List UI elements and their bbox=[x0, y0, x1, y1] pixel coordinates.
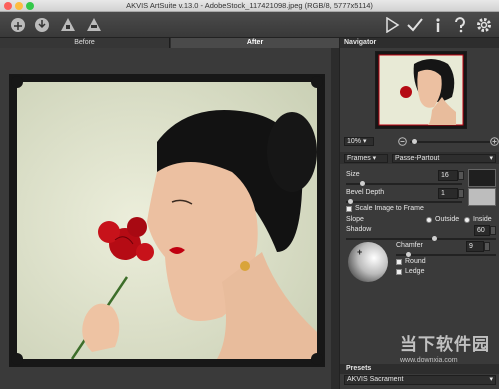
title-bar: AKVIS ArtSuite v.13.0 - AdobeStock_11742… bbox=[0, 0, 499, 12]
bevel-depth-label: Bevel Depth bbox=[346, 189, 385, 196]
help-icon bbox=[455, 17, 465, 33]
save-image-icon bbox=[35, 18, 49, 32]
frame-type-value: Passe-Partout bbox=[395, 155, 440, 162]
toolbar bbox=[0, 12, 499, 38]
apply-button[interactable] bbox=[405, 15, 425, 35]
navigator-thumbnail bbox=[376, 52, 466, 128]
chamfer-input[interactable]: 9 bbox=[466, 241, 484, 252]
settings-icon bbox=[477, 18, 491, 32]
zoom-select[interactable]: 10% ▾ bbox=[344, 137, 374, 146]
size-input[interactable]: 16 bbox=[438, 170, 458, 181]
print-button[interactable] bbox=[84, 15, 104, 35]
navigator-title: Navigator bbox=[344, 39, 377, 46]
vertical-scrollbar[interactable] bbox=[331, 48, 339, 389]
window-title: AKVIS ArtSuite v.13.0 - AdobeStock_11742… bbox=[126, 1, 373, 10]
chamfer-label: Chamfer bbox=[396, 242, 423, 249]
effect-category-select[interactable]: Frames ▾ bbox=[344, 154, 388, 163]
bevel-depth-slider[interactable] bbox=[346, 201, 462, 203]
zoom-value: 10% bbox=[347, 138, 362, 145]
frame-type-select[interactable]: Passe-Partout ▾ bbox=[392, 154, 496, 163]
info-icon bbox=[436, 18, 440, 32]
effect-category-value: Frames bbox=[347, 155, 371, 162]
slope-label: Slope bbox=[346, 216, 364, 223]
watermark-text: 当下软件园 bbox=[400, 335, 490, 354]
preset-value: AKVIS Sacrament bbox=[347, 376, 404, 383]
view-tabs: Before After bbox=[0, 38, 339, 48]
open-image-button[interactable] bbox=[8, 15, 28, 35]
run-button[interactable] bbox=[382, 15, 402, 35]
info-button[interactable] bbox=[428, 15, 448, 35]
bevel-depth-spinner[interactable] bbox=[458, 189, 464, 198]
bevel-depth-input[interactable]: 1 bbox=[438, 188, 458, 199]
chamfer-spinner[interactable] bbox=[484, 242, 490, 251]
light-direction-sphere[interactable]: + bbox=[348, 242, 388, 282]
slope-outside-radio[interactable] bbox=[426, 217, 432, 223]
shadow-slider-knob[interactable] bbox=[432, 236, 437, 241]
help-button[interactable] bbox=[450, 15, 470, 35]
round-checkbox[interactable] bbox=[396, 259, 402, 265]
open-image-icon bbox=[11, 18, 25, 32]
chamfer-slider[interactable] bbox=[396, 254, 496, 256]
frame-color-swatch[interactable] bbox=[468, 169, 496, 187]
preview-image bbox=[17, 82, 317, 359]
image-canvas[interactable] bbox=[0, 48, 339, 389]
navigator-preview[interactable] bbox=[375, 51, 467, 129]
portrait-photo bbox=[17, 82, 317, 359]
print-icon bbox=[87, 18, 101, 31]
settings-button[interactable] bbox=[474, 15, 494, 35]
batch-processing-button[interactable] bbox=[58, 15, 78, 35]
bevel-depth-slider-knob[interactable] bbox=[348, 199, 353, 204]
presets-title: Presets bbox=[346, 365, 372, 372]
slope-outside-label: Outside bbox=[435, 216, 460, 223]
site-watermark: 当下软件园 www.downxia.com bbox=[400, 330, 490, 364]
zoom-slider-knob[interactable] bbox=[412, 139, 417, 144]
slope-inside-radio[interactable] bbox=[464, 217, 470, 223]
shadow-input[interactable]: 60 bbox=[474, 225, 490, 236]
round-label: Round bbox=[405, 258, 426, 265]
apply-icon bbox=[407, 18, 423, 32]
bevel-color-swatch[interactable] bbox=[468, 188, 496, 206]
frame-corner bbox=[311, 76, 323, 88]
shadow-label: Shadow bbox=[346, 226, 372, 233]
zoom-slider[interactable] bbox=[410, 141, 490, 143]
scale-to-frame-checkbox[interactable] bbox=[346, 206, 352, 212]
size-slider-knob[interactable] bbox=[360, 181, 365, 186]
tab-after[interactable]: After bbox=[171, 38, 339, 48]
frame-corner bbox=[311, 353, 323, 365]
shadow-spinner[interactable] bbox=[490, 226, 496, 235]
app-window: AKVIS ArtSuite v.13.0 - AdobeStock_11742… bbox=[0, 0, 499, 389]
size-label: Size bbox=[346, 171, 360, 178]
earring bbox=[240, 261, 250, 271]
run-icon bbox=[386, 17, 400, 33]
chamfer-slider-knob[interactable] bbox=[406, 252, 411, 257]
size-spinner[interactable] bbox=[458, 171, 464, 180]
passe-partout-frame bbox=[9, 74, 325, 367]
zoom-in-icon[interactable] bbox=[490, 137, 499, 146]
save-image-button[interactable] bbox=[32, 15, 52, 35]
presets-select[interactable]: AKVIS Sacrament ▾ bbox=[344, 375, 496, 385]
frame-corner bbox=[11, 353, 23, 365]
zoom-out-icon[interactable] bbox=[398, 137, 407, 146]
slope-inside-label: Inside bbox=[473, 216, 492, 223]
scale-to-frame-label: Scale Image to Frame bbox=[355, 205, 424, 212]
frame-corner bbox=[11, 76, 23, 88]
batch-processing-icon bbox=[61, 18, 75, 31]
shadow-slider[interactable] bbox=[346, 238, 496, 240]
light-source-marker[interactable]: + bbox=[357, 247, 362, 257]
tab-before[interactable]: Before bbox=[0, 38, 170, 48]
ledge-checkbox[interactable] bbox=[396, 269, 402, 275]
watermark-url: www.downxia.com bbox=[400, 357, 458, 364]
ledge-label: Ledge bbox=[405, 268, 425, 275]
